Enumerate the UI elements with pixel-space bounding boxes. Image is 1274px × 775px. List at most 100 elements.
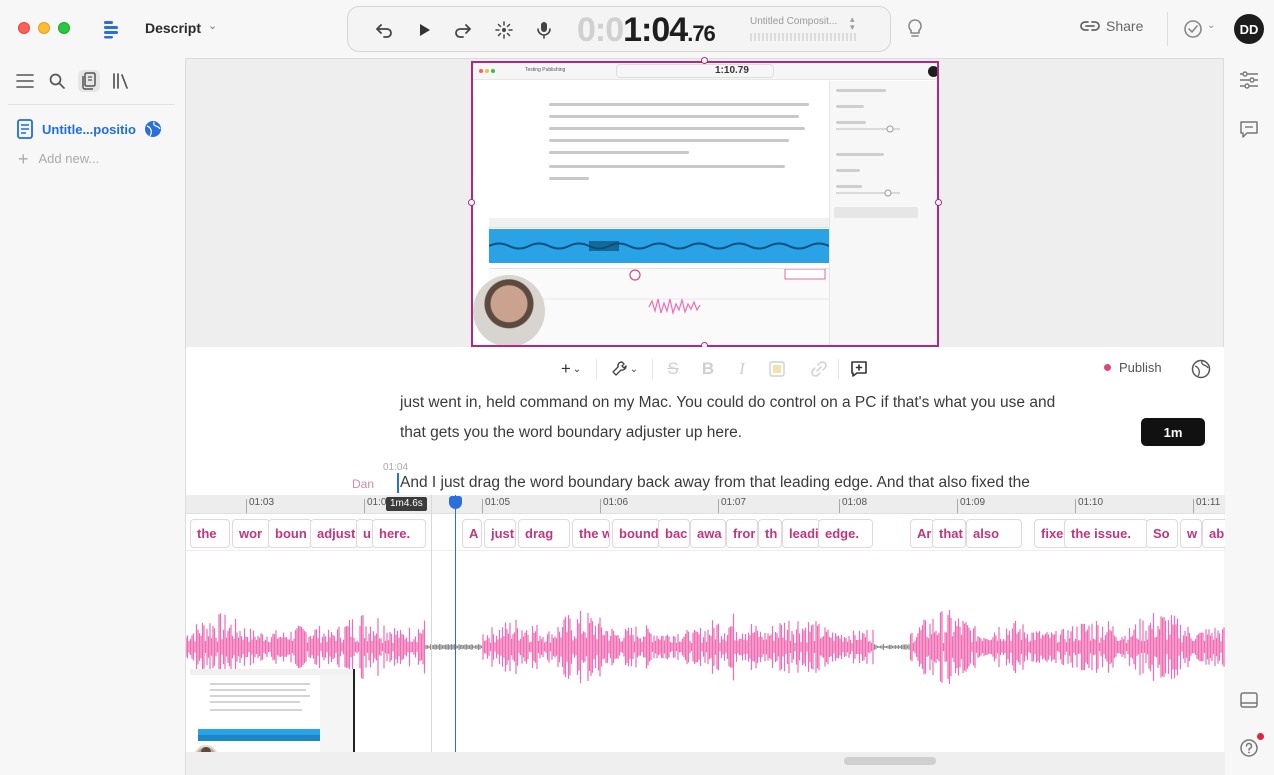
check-circle-icon[interactable] (1183, 19, 1203, 39)
timeline-ruler[interactable]: 01:03 01:0 01:05 01:06 01:07 01:08 01:09… (186, 495, 1225, 514)
word-chip[interactable]: adjust (310, 519, 358, 548)
word-chip[interactable]: th (758, 519, 782, 548)
chevron-updown-icon[interactable]: ▴ ▾ (850, 15, 855, 32)
word-chip[interactable]: leadi (782, 519, 820, 548)
ruler-tick-label: 01:0 (367, 497, 387, 508)
link-icon[interactable] (808, 357, 830, 381)
mini-properties-panel (829, 81, 937, 345)
user-avatar[interactable]: DD (1234, 14, 1264, 44)
script-editor[interactable]: + ⌄ ⌄ S B I Publish just went in, held co… (185, 347, 1224, 495)
speaker-label[interactable]: Dan (352, 477, 374, 491)
redo-icon[interactable] (452, 19, 474, 41)
globe-icon[interactable] (1191, 359, 1211, 379)
library-icon[interactable] (110, 70, 132, 92)
wrench-icon[interactable]: ⌄ (610, 357, 640, 381)
word-chip[interactable]: able (1202, 519, 1225, 548)
resize-handle-right[interactable] (935, 199, 942, 206)
script-paragraph-line[interactable]: just went in, held command on my Mac. Yo… (400, 394, 1055, 412)
italic-icon[interactable]: I (731, 357, 753, 381)
sidebar-divider (8, 104, 175, 105)
mini-toolbar: Testing Publishing 1:10.79 (473, 63, 937, 80)
resize-handle-top[interactable] (701, 57, 708, 64)
word-chip[interactable]: also (966, 519, 1022, 548)
publish-button[interactable]: Publish (1104, 360, 1162, 375)
word-chip[interactable]: drag (518, 519, 570, 548)
word-chip[interactable]: Ar (910, 519, 934, 548)
duration-badge[interactable]: 1m (1141, 418, 1205, 446)
word-chip[interactable]: edge. (818, 519, 873, 548)
video-canvas[interactable]: Testing Publishing 1:10.79 (185, 57, 1224, 349)
sidebar-item-document[interactable]: Untitle...positio (16, 119, 162, 139)
word-chip[interactable]: boun (268, 519, 312, 548)
zoom-window-button[interactable] (58, 22, 70, 34)
microphone-icon[interactable] (533, 19, 555, 41)
word-chip[interactable]: w (1180, 519, 1202, 548)
horizontal-scrollbar[interactable] (844, 757, 936, 765)
composition-name[interactable]: Untitled Composit... (750, 16, 850, 27)
highlight-icon[interactable] (766, 357, 788, 381)
script-paragraph-line[interactable]: And I just drag the word boundary back a… (400, 474, 1030, 492)
search-icon[interactable] (46, 70, 68, 92)
word-chip[interactable]: wor (232, 519, 270, 548)
properties-sliders-icon[interactable] (1238, 69, 1260, 91)
playhead-timecode: 0:01:04.76 (577, 11, 716, 49)
documents-icon[interactable] (78, 70, 100, 92)
project-name[interactable]: Descript (145, 20, 201, 36)
word-chip[interactable]: fror (726, 519, 758, 548)
close-window-button[interactable] (18, 22, 30, 34)
plus-icon: + (18, 148, 29, 169)
lightbulb-icon[interactable] (906, 19, 924, 39)
word-chip[interactable]: A (462, 519, 482, 548)
cut-marker[interactable] (431, 495, 432, 775)
mini-ruler (489, 218, 829, 228)
mini-title: Testing Publishing (525, 67, 566, 73)
word-chip[interactable]: So (1146, 519, 1178, 548)
transport-bar: 0:01:04.76 Untitled Composit... ▴ ▾ (347, 6, 891, 52)
share-button[interactable]: Share (1080, 18, 1143, 34)
mini-timecode: 1:10.79 (715, 65, 749, 76)
globe-icon[interactable] (144, 120, 162, 138)
add-new-button[interactable]: + Add new... (18, 148, 100, 169)
word-chip[interactable]: awa (690, 519, 726, 548)
word-track: the wor boun adjust u here. A just drag … (186, 519, 1225, 549)
script-paragraph-line[interactable]: that gets you the word boundary adjuster… (400, 424, 742, 442)
audio-track[interactable] (185, 550, 1225, 769)
chevron-down-icon[interactable]: ⌄ (208, 19, 217, 32)
resize-handle-left[interactable] (468, 199, 475, 206)
speaker-timestamp: 01:04 (383, 462, 409, 473)
word-chip[interactable]: that (932, 519, 966, 548)
record-tool-icon[interactable] (493, 19, 515, 41)
publish-label: Publish (1119, 360, 1162, 375)
timeline[interactable]: 01:03 01:0 01:05 01:06 01:07 01:08 01:09… (185, 495, 1225, 775)
notification-dot (1257, 733, 1264, 740)
menu-icon[interactable] (14, 70, 36, 92)
undo-icon[interactable] (373, 19, 395, 41)
scene-frame[interactable]: Testing Publishing 1:10.79 (471, 61, 939, 347)
ruler-tick-label: 01:11 (1196, 497, 1221, 508)
play-icon[interactable] (413, 19, 435, 41)
link-icon (1080, 21, 1100, 31)
word-chip[interactable]: the w (572, 519, 610, 548)
word-chip[interactable]: bound (612, 519, 660, 548)
comments-icon[interactable] (1238, 118, 1260, 140)
timeline-panel-icon[interactable] (1238, 689, 1260, 711)
strikethrough-icon[interactable]: S (662, 357, 684, 381)
word-chip[interactable]: here. (372, 519, 426, 548)
playhead-handle[interactable] (449, 496, 462, 509)
word-chip[interactable]: bac (658, 519, 690, 548)
bold-icon[interactable]: B (697, 357, 719, 381)
insert-plus-icon[interactable]: + ⌄ (556, 357, 586, 381)
help-icon[interactable] (1238, 737, 1260, 759)
toolbar-divider (838, 359, 839, 379)
word-chip[interactable]: just (484, 519, 516, 548)
add-comment-icon[interactable] (848, 357, 870, 381)
word-chip[interactable]: the issue. (1064, 519, 1148, 548)
text-cursor (397, 473, 399, 493)
minimize-window-button[interactable] (38, 22, 50, 34)
chevron-down-icon[interactable]: ⌄ (1207, 20, 1215, 31)
ruler-tick-label: 01:09 (960, 497, 986, 508)
playhead-line[interactable] (455, 495, 456, 775)
add-new-label: Add new... (38, 151, 100, 166)
left-sidebar: Untitle...positio + Add new... (0, 58, 185, 775)
word-chip[interactable]: the (190, 519, 230, 548)
